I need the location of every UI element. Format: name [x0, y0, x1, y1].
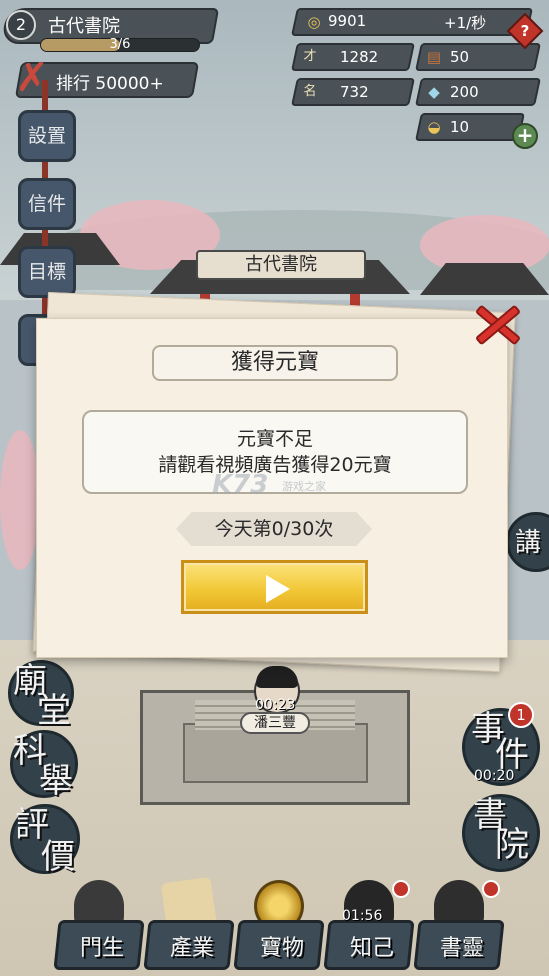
scroll-icon: ▤ [426, 48, 442, 66]
watermark-logo: K73 [212, 470, 269, 500]
dialog-message: 元寶不足 請觀看視頻廣告獲得20元寶 [82, 410, 468, 494]
academy-name: 古代書院 [48, 16, 120, 37]
coin-value: 9901 [328, 12, 367, 30]
gem-value: 200 [450, 83, 479, 101]
ingot-value: 10 [450, 118, 470, 136]
daily-count: 今天第0/30次 [176, 512, 372, 546]
help-icon[interactable]: ? [512, 18, 538, 44]
fame-icon: 名 [303, 84, 317, 99]
talent-value: 1282 [340, 48, 379, 66]
close-button[interactable] [466, 296, 526, 354]
coin-rate: +1/秒 [444, 14, 487, 32]
progress-text: 3/6 [109, 37, 131, 52]
coin-icon: ◎ [307, 13, 321, 31]
dialog-title: 獲得元寶 [152, 345, 398, 381]
rank-label[interactable]: 排行 50000+ [56, 69, 164, 94]
message-line-1: 元寶不足 [236, 428, 313, 450]
gem-icon: ◆ [428, 83, 440, 101]
watermark-text: 游戏之家 [282, 480, 326, 493]
scroll-value: 50 [450, 48, 470, 66]
play-icon [266, 575, 290, 603]
talent-icon: 才 [303, 49, 317, 64]
level-badge: 2 [6, 10, 36, 40]
ribbon-icon: ✗ [15, 55, 49, 101]
watch-ad-button[interactable] [181, 560, 368, 614]
gold-ingot-icon: ◒ [427, 118, 441, 136]
fame-value: 732 [340, 83, 369, 101]
message-line-2: 請觀看視頻廣告獲得20元寶 [158, 454, 392, 476]
add-ingot-button[interactable]: + [512, 123, 538, 149]
